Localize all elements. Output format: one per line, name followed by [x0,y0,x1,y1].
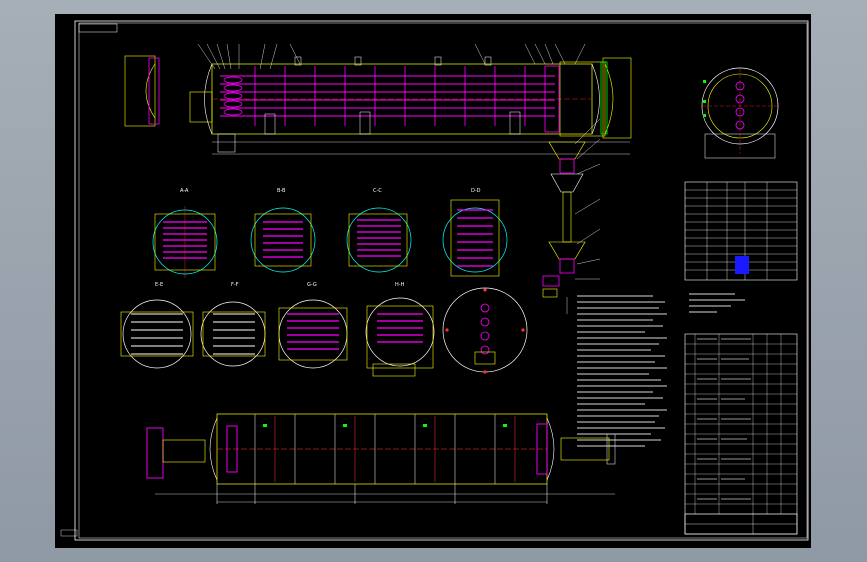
section-label-h: H-H [395,282,405,288]
section-label-d: D-D [471,188,481,194]
section-view-g: G-G [278,282,348,369]
parts-list-table [684,333,798,535]
section-view-h: H-H [365,282,435,377]
end-view-top-right [701,67,779,159]
section-view-d: D-D [442,188,508,277]
section-label-b: B-B [277,188,286,194]
section-label-a: A-A [180,188,189,194]
design-data-table [684,181,798,281]
section-view-a: A-A [152,188,218,278]
corner-tag [78,23,118,33]
section-label-g: G-G [307,282,317,288]
section-label-e: E-E [155,282,163,288]
bottom-plan-view [146,413,616,504]
section-label-c: C-C [373,188,382,194]
model-space-canvas[interactable]: A-A B-B C-C D-D E-E F-F G-G H-H [55,14,811,548]
technical-notes [577,293,745,447]
cad-viewport[interactable]: A-A B-B C-C D-D E-E F-F G-G H-H [0,0,867,562]
section-view-b: B-B [250,188,316,273]
vertical-assembly [542,118,601,314]
top-elevation-view [124,43,632,155]
section-label-f: F-F [231,282,239,288]
section-view-c: C-C [346,188,412,273]
highlighted-cell [735,256,749,274]
corner-tag-bottom [60,529,78,537]
section-view-e: E-E [120,282,194,369]
section-views-row-2: E-E F-F G-G H-H [120,282,528,377]
drawing-sheet: A-A B-B C-C D-D E-E F-F G-G H-H [60,20,809,541]
end-view-center [442,287,528,374]
section-views-row-1: A-A B-B C-C D-D [152,188,508,278]
section-view-f: F-F [200,282,266,367]
